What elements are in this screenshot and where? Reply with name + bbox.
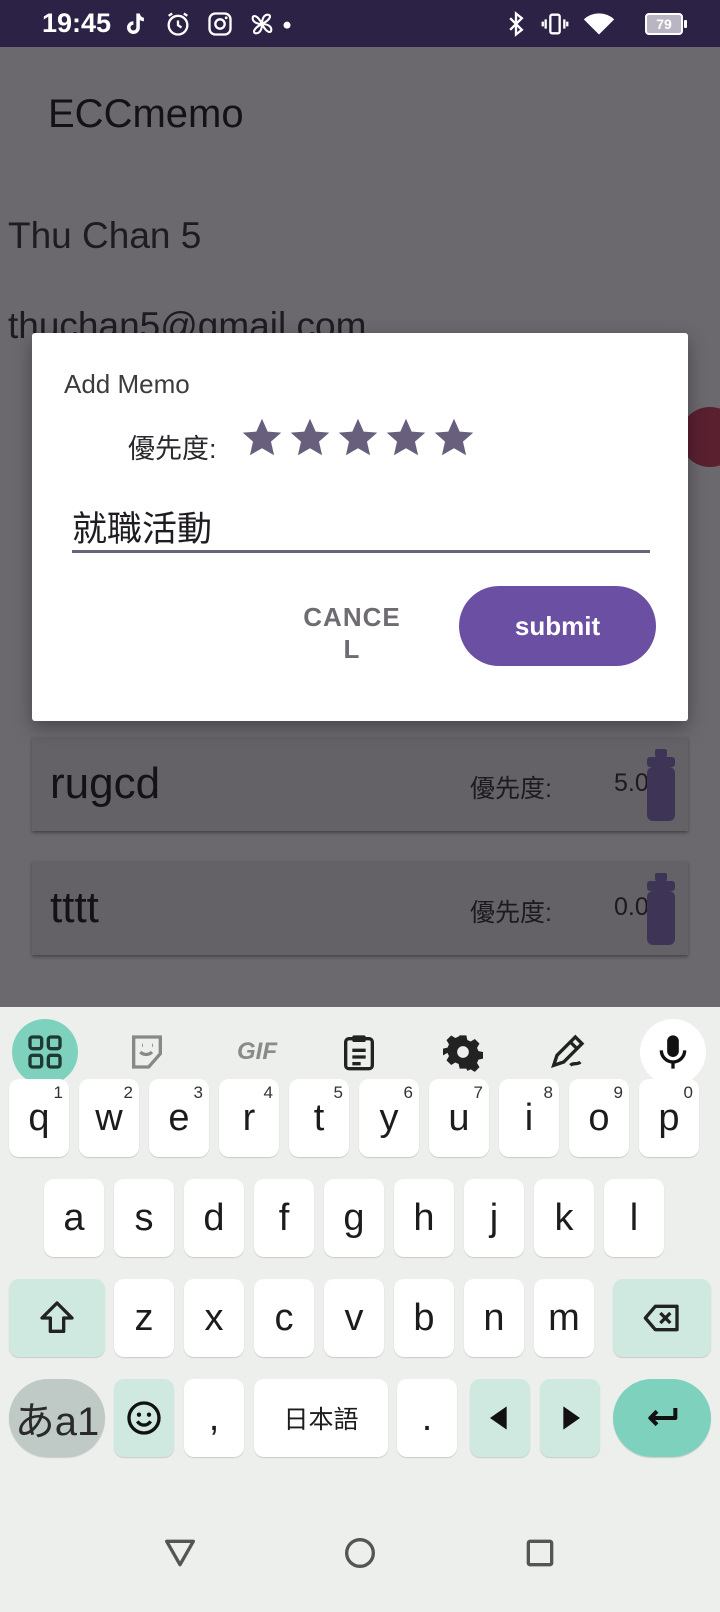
key-m[interactable]: m	[534, 1279, 594, 1357]
pinwheel-icon	[248, 10, 276, 38]
memo-priority-label: 優先度:	[470, 775, 552, 803]
memo-title: tttt	[50, 883, 99, 932]
key-p[interactable]: p0	[639, 1079, 699, 1157]
key-e[interactable]: e3	[149, 1079, 209, 1157]
recents-icon[interactable]	[520, 1533, 560, 1573]
vibrate-icon	[541, 10, 569, 38]
key-l[interactable]: l	[604, 1179, 664, 1257]
submit-button[interactable]: submit	[459, 586, 656, 666]
settings-icon[interactable]	[430, 1019, 496, 1085]
key-v[interactable]: v	[324, 1279, 384, 1357]
alarm-icon	[164, 10, 192, 38]
cursor-left-key[interactable]	[470, 1379, 530, 1457]
back-icon[interactable]	[160, 1533, 200, 1573]
star-icon[interactable]	[240, 416, 284, 460]
memo-input[interactable]	[72, 503, 650, 553]
instagram-icon	[206, 10, 234, 38]
apps-icon[interactable]	[12, 1019, 78, 1085]
backspace-icon	[643, 1304, 679, 1332]
home-icon[interactable]	[340, 1533, 380, 1573]
period-key[interactable]: .	[397, 1379, 457, 1457]
language-switch-key[interactable]: あa1	[9, 1379, 105, 1457]
bluetooth-icon	[502, 10, 530, 38]
key-w[interactable]: w2	[79, 1079, 139, 1157]
key-u[interactable]: u7	[429, 1079, 489, 1157]
shift-key[interactable]	[9, 1279, 105, 1357]
trash-icon[interactable]	[644, 873, 678, 945]
key-x[interactable]: x	[184, 1279, 244, 1357]
key-c[interactable]: c	[254, 1279, 314, 1357]
soft-keyboard: GIF q1 w2 e3 r4 t5 y6 u7 i8 o9 p0 a s d …	[0, 1007, 720, 1497]
dialog-title: Add Memo	[64, 369, 190, 399]
key-k[interactable]: k	[534, 1179, 594, 1257]
key-i[interactable]: i8	[499, 1079, 559, 1157]
star-icon[interactable]	[288, 416, 332, 460]
app-title: ECCmemo	[48, 92, 244, 136]
key-n[interactable]: n	[464, 1279, 524, 1357]
emoji-key[interactable]	[114, 1379, 174, 1457]
trash-icon[interactable]	[644, 749, 678, 821]
wifi-icon	[582, 10, 616, 38]
key-s[interactable]: s	[114, 1179, 174, 1257]
navigation-bar	[0, 1497, 720, 1612]
priority-label: 優先度:	[128, 434, 217, 464]
dot-icon	[280, 10, 294, 38]
enter-icon	[648, 1408, 678, 1427]
priority-rating[interactable]	[240, 416, 476, 460]
key-q[interactable]: q1	[9, 1079, 69, 1157]
gif-label: GIF	[237, 1038, 277, 1065]
battery-icon: 79	[645, 13, 687, 35]
key-y[interactable]: y6	[359, 1079, 419, 1157]
status-bar: 19:45 79	[0, 0, 720, 47]
enter-key[interactable]	[613, 1379, 711, 1457]
arrow-right-icon	[563, 1406, 580, 1430]
emoji-icon	[127, 1401, 161, 1435]
comma-key[interactable]: ,	[184, 1379, 244, 1457]
key-a[interactable]: a	[44, 1179, 104, 1257]
key-d[interactable]: d	[184, 1179, 244, 1257]
tiktok-icon	[120, 10, 148, 38]
status-time: 19:45	[42, 8, 112, 38]
star-icon[interactable]	[384, 416, 428, 460]
memo-card[interactable]: rugcd 優先度: 5.0	[32, 737, 688, 831]
arrow-left-icon	[490, 1406, 507, 1430]
key-h[interactable]: h	[394, 1179, 454, 1257]
key-j[interactable]: j	[464, 1179, 524, 1257]
space-key[interactable]: 日本語	[254, 1379, 388, 1457]
gif-icon[interactable]: GIF	[222, 1019, 292, 1085]
key-o[interactable]: o9	[569, 1079, 629, 1157]
key-r[interactable]: r4	[219, 1079, 279, 1157]
sticker-icon[interactable]	[114, 1019, 180, 1085]
star-icon[interactable]	[336, 416, 380, 460]
memo-priority-label: 優先度:	[470, 899, 552, 927]
user-name: Thu Chan 5	[8, 215, 202, 256]
key-t[interactable]: t5	[289, 1079, 349, 1157]
key-f[interactable]: f	[254, 1179, 314, 1257]
cancel-button[interactable]: CANCE L	[302, 601, 402, 665]
key-z[interactable]: z	[114, 1279, 174, 1357]
add-memo-dialog: Add Memo 優先度: CANCE L submit	[32, 333, 688, 721]
memo-card[interactable]: tttt 優先度: 0.0	[32, 861, 688, 955]
backspace-key[interactable]	[613, 1279, 711, 1357]
mic-icon[interactable]	[640, 1019, 706, 1085]
cursor-right-key[interactable]	[540, 1379, 600, 1457]
clipboard-icon[interactable]	[326, 1019, 392, 1085]
key-b[interactable]: b	[394, 1279, 454, 1357]
handwriting-icon[interactable]	[534, 1019, 600, 1085]
star-icon[interactable]	[432, 416, 476, 460]
memo-title: rugcd	[50, 759, 161, 808]
shift-icon	[40, 1301, 74, 1333]
key-g[interactable]: g	[324, 1179, 384, 1257]
